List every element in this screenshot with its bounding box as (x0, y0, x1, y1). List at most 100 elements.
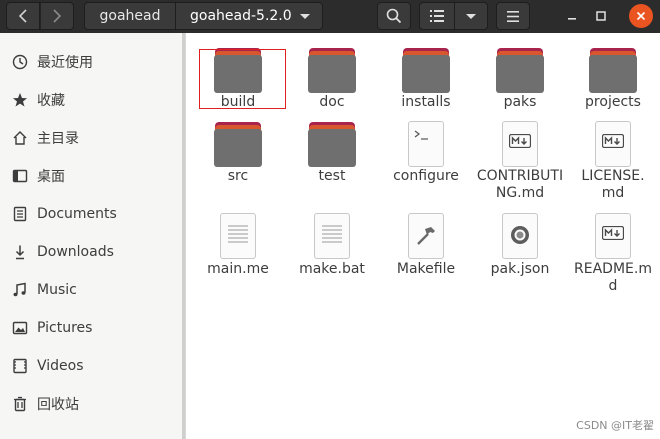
breadcrumb-current[interactable]: goahead-5.2.0 (175, 2, 323, 30)
json-file-icon (496, 213, 544, 261)
chevron-down-icon (300, 14, 310, 19)
chevron-right-icon (53, 9, 62, 23)
text-file-icon (214, 213, 262, 261)
close-button[interactable] (629, 4, 653, 28)
folder-item-doc[interactable]: doc (284, 47, 380, 117)
hamburger-icon (507, 10, 519, 22)
header-bar: goahead goahead-5.2.0 (0, 0, 660, 33)
folder-icon (496, 47, 544, 95)
breadcrumb-current-label: goahead-5.2.0 (190, 8, 292, 24)
view-options-button[interactable] (454, 2, 488, 30)
sidebar-item-label: 桌面 (37, 169, 65, 185)
download-icon (11, 243, 29, 261)
sidebar-item-label: Documents (37, 206, 117, 222)
sidebar-item-home[interactable]: 主目录 (0, 119, 185, 157)
sidebar-item-label: 回收站 (37, 397, 79, 413)
sidebar-item-label: 主目录 (37, 131, 79, 147)
file-name: main.me (207, 261, 269, 277)
sidebar-item-downloads[interactable]: Downloads (0, 233, 185, 271)
script-file-icon (402, 121, 450, 169)
markdown-file-icon (589, 213, 637, 261)
sidebar-item-label: 最近使用 (37, 55, 93, 71)
video-icon (11, 357, 29, 375)
watermark: CSDN @IT老翟 (576, 419, 654, 432)
music-icon (11, 281, 29, 299)
chevron-left-icon (18, 9, 27, 23)
selection-highlight (199, 49, 286, 109)
desktop-icon (11, 167, 29, 185)
file-name: test (318, 168, 346, 184)
sidebar-item-desktop[interactable]: 桌面 (0, 157, 185, 195)
sidebar-item-label: Downloads (37, 244, 114, 260)
file-name: projects (585, 94, 641, 110)
file-name: installs (401, 94, 451, 110)
text-file-icon (308, 213, 356, 261)
back-button[interactable] (6, 2, 40, 30)
folder-item-projects[interactable]: projects (565, 47, 660, 117)
folder-item-paks[interactable]: paks (472, 47, 568, 117)
chevron-down-icon (466, 13, 476, 19)
sidebar-item-documents[interactable]: Documents (0, 195, 185, 233)
minimize-button[interactable] (560, 4, 584, 28)
file-item-makefile[interactable]: Makefile (378, 213, 474, 283)
maximize-button[interactable] (589, 4, 613, 28)
folder-item-test[interactable]: test (284, 121, 380, 191)
picture-icon (11, 319, 29, 337)
home-icon (11, 129, 29, 147)
forward-button[interactable] (40, 2, 74, 30)
maximize-icon (596, 11, 606, 21)
file-item-configure[interactable]: configure (378, 121, 474, 191)
file-name: README.md (574, 261, 652, 294)
file-name: make.bat (299, 261, 365, 277)
file-item-license[interactable]: LICENSE.md (565, 121, 660, 207)
sidebar-item-recent[interactable]: 最近使用 (0, 43, 185, 81)
sidebar-item-starred[interactable]: 收藏 (0, 81, 185, 119)
sidebar-item-pictures[interactable]: Pictures (0, 309, 185, 347)
list-view-icon (430, 10, 444, 22)
sidebar-item-label: Videos (37, 358, 84, 374)
view-list-button[interactable] (419, 2, 455, 30)
close-icon (636, 11, 646, 21)
file-item-readme[interactable]: README.md (565, 213, 660, 299)
sidebar-item-label: Music (37, 282, 77, 298)
file-name: src (227, 168, 249, 184)
sidebar-item-label: Pictures (37, 320, 93, 336)
search-button[interactable] (377, 2, 411, 30)
folder-item-installs[interactable]: installs (378, 47, 474, 117)
folder-icon (308, 121, 356, 169)
breadcrumb-home[interactable]: goahead (84, 2, 176, 30)
document-icon (11, 205, 29, 223)
file-name: doc (319, 94, 345, 110)
sidebar-item-label: 收藏 (37, 93, 65, 109)
sidebar-item-music[interactable]: Music (0, 271, 185, 309)
file-name: Makefile (396, 261, 456, 277)
markdown-file-icon (589, 121, 637, 169)
file-item-contributing[interactable]: CONTRIBUTING.md (472, 121, 568, 207)
file-name: LICENSE.md (581, 168, 645, 201)
file-grid: build doc installs paks projects src tes… (187, 33, 660, 439)
file-item-pak-json[interactable]: pak.json (472, 213, 568, 283)
sidebar: 最近使用 收藏 主目录 桌面 Documents Downloads Music… (0, 33, 186, 439)
file-item-make-bat[interactable]: make.bat (284, 213, 380, 283)
search-icon (386, 8, 402, 24)
markdown-file-icon (496, 121, 544, 169)
folder-icon (589, 47, 637, 95)
folder-item-src[interactable]: src (190, 121, 286, 191)
hammer-icon (402, 213, 450, 261)
folder-icon (214, 121, 262, 169)
file-name: CONTRIBUTING.md (476, 168, 564, 201)
file-name: paks (503, 94, 537, 110)
clock-icon (11, 53, 29, 71)
file-name: pak.json (490, 261, 550, 277)
sidebar-scrollbar[interactable] (182, 33, 185, 439)
trash-icon (11, 395, 29, 413)
file-name: configure (393, 168, 459, 184)
sidebar-item-videos[interactable]: Videos (0, 347, 185, 385)
hamburger-menu-button[interactable] (496, 2, 530, 30)
file-item-main-me[interactable]: main.me (190, 213, 286, 283)
folder-icon (308, 47, 356, 95)
folder-icon (402, 47, 450, 95)
sidebar-item-trash[interactable]: 回收站 (0, 385, 185, 423)
star-icon (11, 91, 29, 109)
minimize-icon (568, 18, 576, 20)
